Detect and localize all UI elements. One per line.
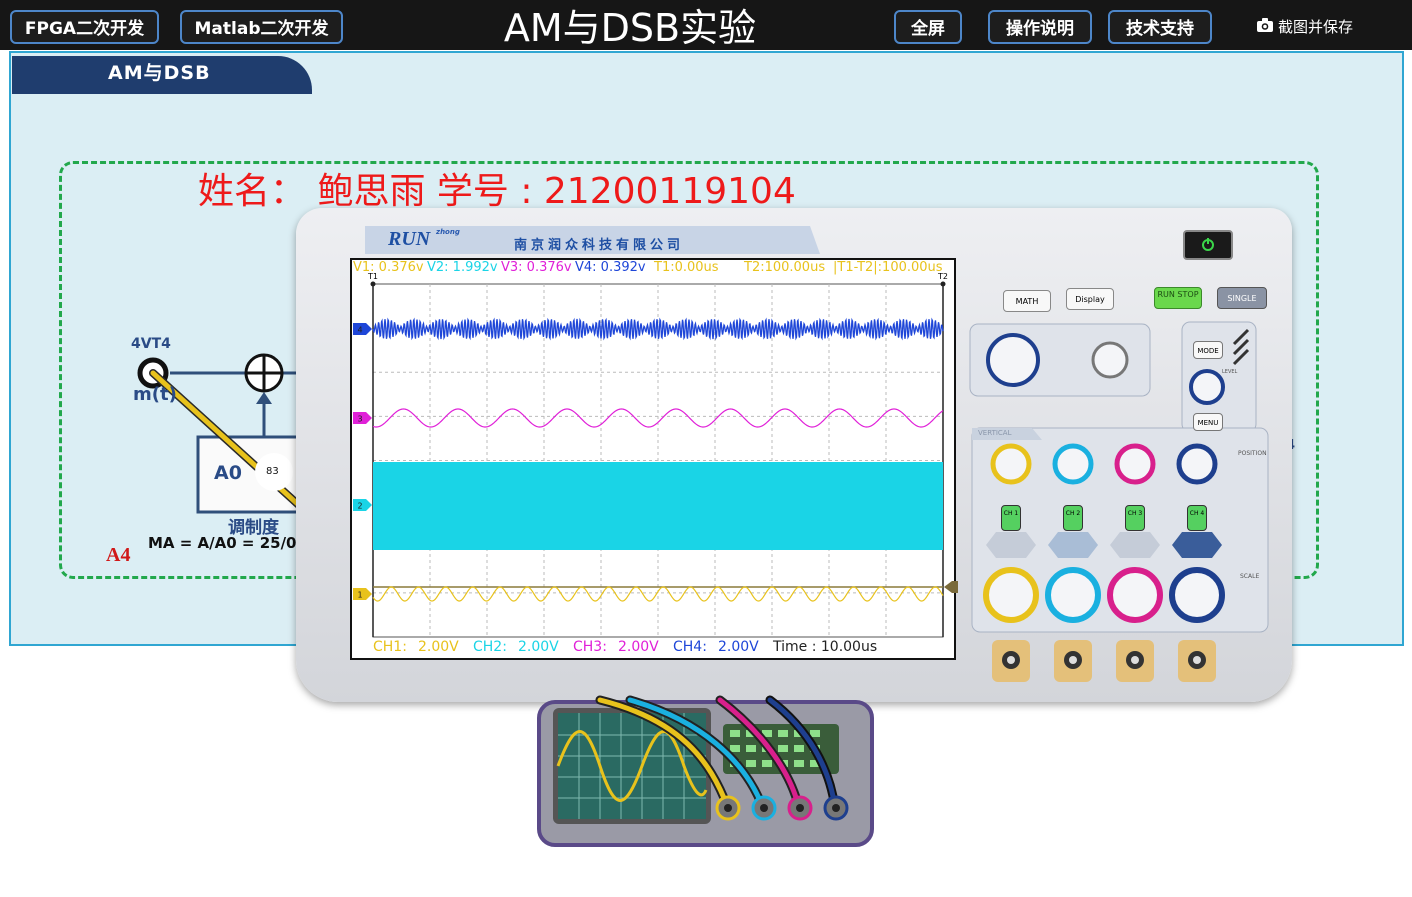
instrument-icon — [537, 695, 874, 847]
